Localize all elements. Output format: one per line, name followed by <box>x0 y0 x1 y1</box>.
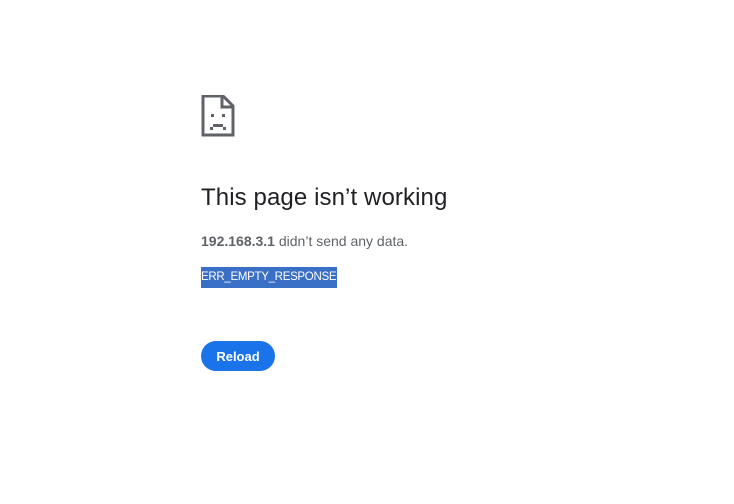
error-page: This page isn’t working 192.168.3.1 didn… <box>0 0 734 504</box>
page-title: This page isn’t working <box>201 184 448 211</box>
host-address: 192.168.3.1 <box>201 233 275 249</box>
error-message-text: didn’t send any data. <box>274 233 409 249</box>
sad-document-icon <box>201 95 235 137</box>
error-code[interactable]: ERR_EMPTY_RESPONSE <box>201 267 338 288</box>
error-message: 192.168.3.1 didn’t send any data. <box>201 233 408 249</box>
reload-button[interactable]: Reload <box>201 341 275 371</box>
